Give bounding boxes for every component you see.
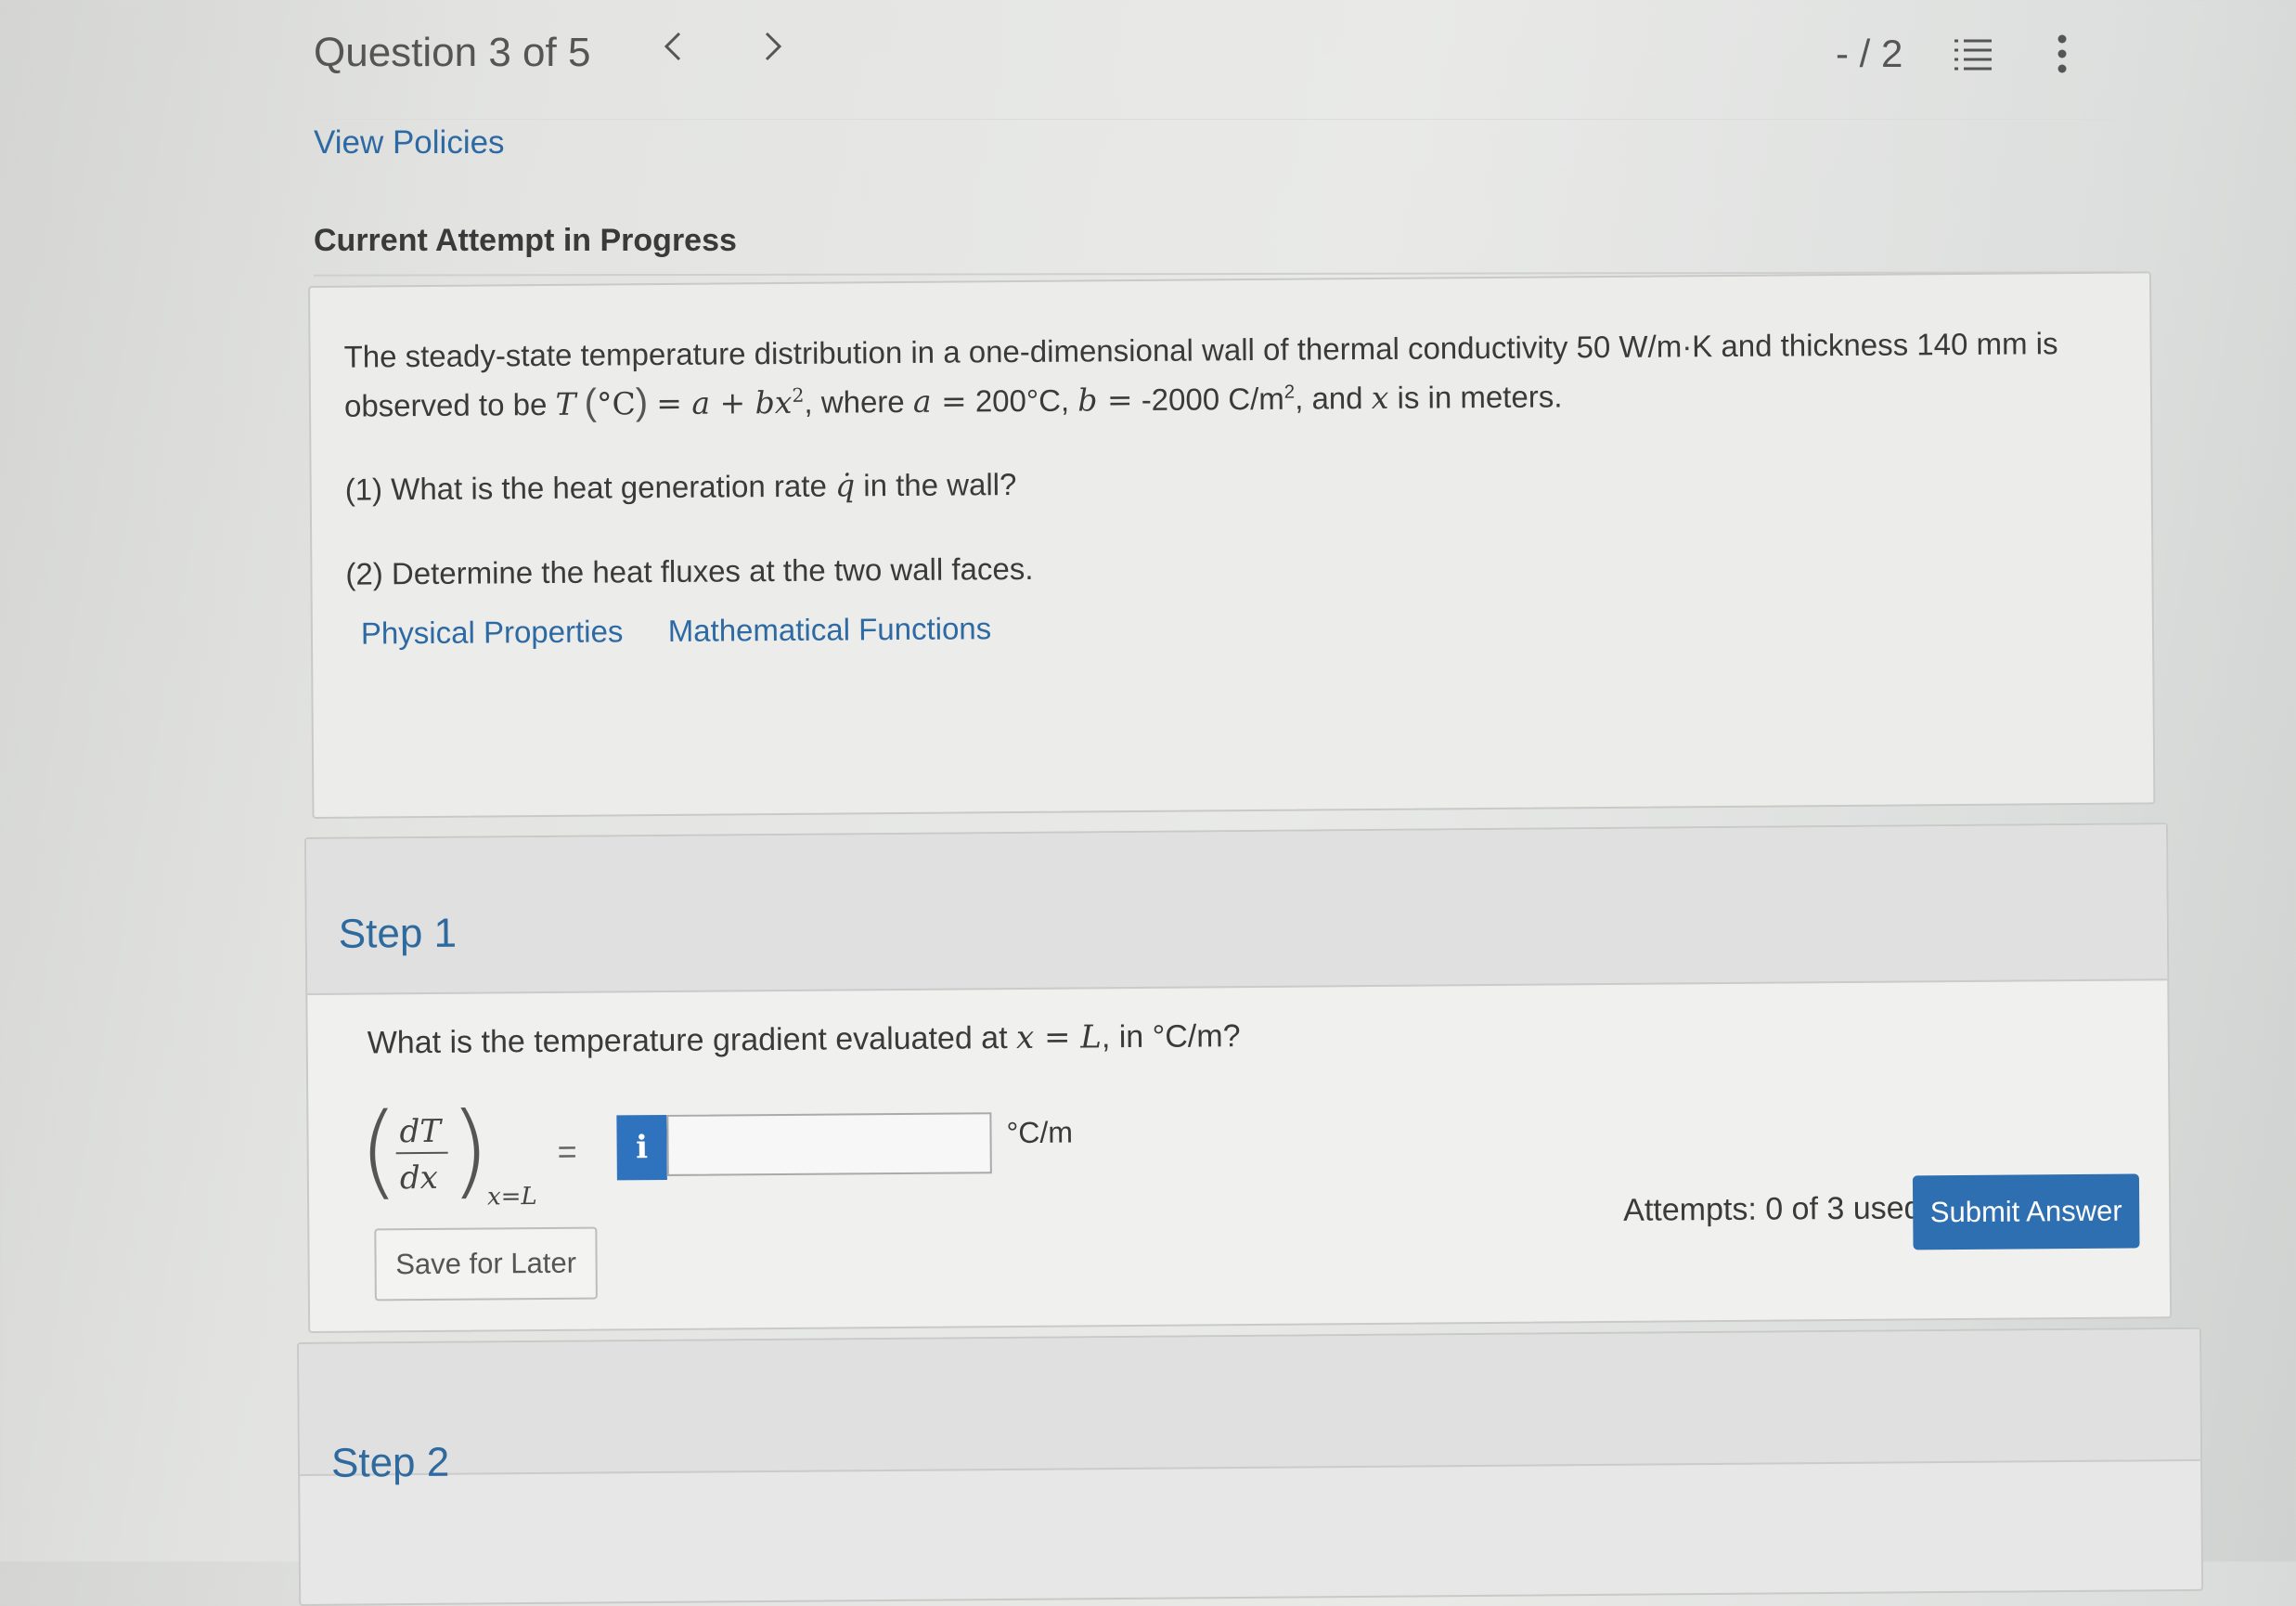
step2-header[interactable]: Step 2: [299, 1329, 2200, 1476]
resource-links: Physical Properties Mathematical Functio…: [361, 611, 992, 651]
submit-answer-button[interactable]: Submit Answer: [1913, 1173, 2140, 1250]
text: What is the temperature gradient evaluat…: [368, 1020, 1008, 1060]
question-text-line2: observed to be T (°C) = a + bx2, where a…: [344, 374, 1563, 425]
list-icon: [1953, 37, 1993, 72]
divider: [314, 119, 2114, 120]
physical-properties-link[interactable]: Physical Properties: [361, 614, 624, 650]
math-a-eq: a =: [913, 382, 967, 419]
question-text-line1: The steady-state temperature distributio…: [343, 326, 2057, 375]
view-policies-link[interactable]: View Policies: [314, 124, 505, 162]
question-part2: (2) Determine the heat fluxes at the two…: [345, 551, 1033, 592]
math-eq-rhs: = a + bx: [656, 384, 792, 421]
paren: ): [636, 382, 649, 422]
text: observed to be: [344, 387, 548, 423]
paren: (: [585, 382, 598, 423]
question-list-button[interactable]: [1953, 37, 1993, 72]
score-display: - / 2: [1836, 32, 1903, 76]
chevron-left-icon: [661, 28, 685, 65]
fraction-numerator: dT: [399, 1113, 441, 1150]
equals-sign: =: [558, 1133, 577, 1172]
text: is in meters.: [1397, 379, 1562, 414]
text: (1) What is the heat generation rate: [345, 469, 827, 507]
question-counter: Question 3 of 5: [314, 30, 590, 76]
vertical-ellipsis-icon: [2053, 33, 2071, 76]
derivative-expression: ( dT dx ) x=L: [364, 1107, 550, 1220]
step1-prompt: What is the temperature gradient evaluat…: [368, 1017, 1241, 1061]
text: , in °C/m?: [1102, 1018, 1241, 1055]
math-b-eq: b =: [1077, 382, 1133, 418]
step1-card: Step 1 What is the temperature gradient …: [304, 822, 2172, 1333]
math-x: x: [1372, 380, 1389, 416]
step1-header[interactable]: Step 1: [306, 824, 2167, 995]
math-degC: °C: [597, 385, 636, 421]
step1-title: Step 1: [339, 911, 458, 958]
superscript-2: 2: [792, 384, 804, 407]
math-T: T: [555, 386, 575, 422]
subscript: x=L: [487, 1183, 537, 1211]
superscript-2: 2: [1284, 382, 1296, 403]
previous-question-button[interactable]: [661, 28, 685, 75]
next-question-button[interactable]: [761, 28, 785, 75]
a-value: 200°C,: [975, 383, 1070, 419]
math-qdot: q̇: [835, 467, 855, 503]
unit-label: °C/m: [1006, 1116, 1073, 1151]
text: in the wall?: [863, 467, 1016, 502]
question-part1: (1) What is the heat generation rate q̇ …: [345, 466, 1017, 508]
mathematical-functions-link[interactable]: Mathematical Functions: [668, 611, 992, 648]
question-card: The steady-state temperature distributio…: [308, 271, 2155, 819]
info-icon[interactable]: i: [616, 1115, 667, 1180]
attempts-counter: Attempts: 0 of 3 used: [1623, 1190, 1922, 1229]
left-paren: (: [358, 1091, 399, 1210]
more-options-button[interactable]: [2053, 33, 2071, 76]
answer-input[interactable]: [666, 1112, 992, 1176]
step2-card: Step 2: [297, 1328, 2203, 1606]
save-for-later-button[interactable]: Save for Later: [374, 1227, 598, 1302]
attempt-heading: Current Attempt in Progress: [314, 223, 737, 259]
fraction-bar: [396, 1152, 448, 1154]
right-paren: ): [449, 1090, 490, 1209]
text: , where: [804, 384, 905, 420]
b-value: -2000 C/m: [1142, 382, 1284, 417]
fraction-denominator: dx: [400, 1159, 438, 1197]
math-x-eq-L: x = L: [1016, 1018, 1102, 1056]
step2-title: Step 2: [331, 1440, 450, 1487]
chevron-right-icon: [761, 28, 785, 65]
text: , and: [1295, 381, 1363, 416]
